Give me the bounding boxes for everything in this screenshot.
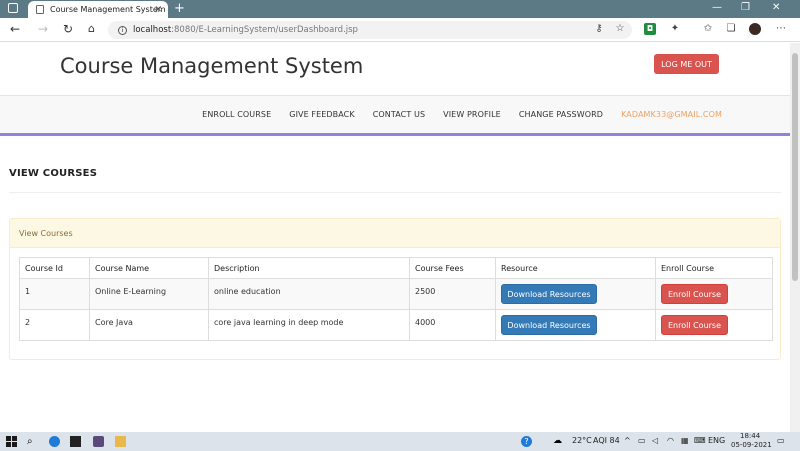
cell-resource: Download Resources (495, 309, 656, 341)
app-icon[interactable] (93, 436, 104, 447)
close-tab-icon[interactable]: ✕ (154, 5, 162, 15)
site-header: Course Management System LOG ME OUT (0, 43, 790, 96)
table-row: 1 Online E-Learning online education 250… (19, 278, 773, 310)
url-field[interactable]: i localhost:8080/E-LearningSystem/userDa… (108, 21, 632, 39)
help-icon[interactable]: ? (521, 436, 532, 447)
col-resource: Resource (495, 257, 656, 279)
back-icon[interactable]: ← (10, 22, 20, 36)
col-description: Description (208, 257, 410, 279)
download-resources-button[interactable]: Download Resources (501, 315, 597, 335)
cell-course-name: Core Java (89, 309, 209, 341)
terminal-icon[interactable] (70, 436, 81, 447)
col-course-fees: Course Fees (409, 257, 496, 279)
restore-icon[interactable]: ❐ (741, 2, 750, 13)
battery-icon[interactable]: ▭ (638, 436, 646, 445)
tray-chevron-icon[interactable]: ^ (624, 436, 631, 445)
download-resources-button[interactable]: Download Resources (501, 284, 597, 304)
col-course-name: Course Name (89, 257, 209, 279)
temperature: 22°C (572, 436, 592, 445)
nav-contact-us[interactable]: CONTACT US (373, 110, 425, 119)
collections-icon[interactable]: ❏ (725, 23, 737, 35)
browser-tab-bar: Course Management System ✕ + — ❐ ✕ (0, 0, 800, 18)
reload-icon[interactable]: ↻ (63, 22, 73, 36)
browser-tab[interactable]: Course Management System ✕ (28, 1, 168, 18)
wifi-icon[interactable]: ◠ (667, 436, 674, 445)
more-icon[interactable]: ⋯ (775, 23, 787, 35)
page-title: VIEW COURSES (9, 168, 98, 179)
cell-resource: Download Resources (495, 278, 656, 310)
weather-icon: ☁ (553, 436, 562, 446)
cell-description: core java learning in deep mode (208, 309, 410, 341)
nav-give-feedback[interactable]: GIVE FEEDBACK (289, 110, 354, 119)
page-content: Course Management System LOG ME OUT ENRO… (0, 43, 790, 432)
new-tab-icon[interactable]: + (174, 1, 185, 16)
tab-title: Course Management System (50, 5, 166, 14)
network-icon[interactable]: ▦ (681, 436, 689, 445)
courses-panel: View Courses Course Id Course Name Descr… (9, 218, 781, 360)
cell-course-name: Online E-Learning (89, 278, 209, 310)
tab-actions-icon[interactable] (8, 3, 18, 13)
cell-enroll: Enroll Course (655, 278, 773, 310)
nav-view-profile[interactable]: VIEW PROFILE (443, 110, 501, 119)
cell-course-id: 1 (19, 278, 90, 310)
scrollbar-thumb[interactable] (792, 53, 798, 281)
profile-avatar[interactable] (749, 23, 761, 35)
nav-user-email[interactable]: KADAMK33@GMAIL.COM (621, 110, 722, 119)
url-path: :8080/E-LearningSystem/userDashboard.jsp (171, 25, 358, 35)
windows-taskbar: ⌕ ? ☁ 22°C AQI 84 ^ ▭ ◁ ◠ ▦ ⌨ ENG 18:44 … (0, 432, 800, 451)
address-bar: ← → ↻ ⌂ i localhost:8080/E-LearningSyste… (0, 18, 800, 42)
extension-icon[interactable]: ◘ (644, 23, 656, 35)
cell-description: online education (208, 278, 410, 310)
notifications-icon[interactable]: ▭ (777, 436, 785, 445)
cell-course-fees: 4000 (409, 309, 496, 341)
table-header-row: Course Id Course Name Description Course… (19, 257, 773, 279)
edge-browser-icon[interactable] (49, 436, 60, 447)
site-info-icon[interactable]: i (118, 25, 127, 35)
main-navbar: ENROLL COURSE GIVE FEEDBACK CONTACT US V… (0, 96, 790, 136)
enroll-course-button[interactable]: Enroll Course (661, 315, 728, 335)
search-icon[interactable]: ⌕ (27, 436, 38, 447)
close-window-icon[interactable]: ✕ (772, 2, 780, 13)
favorite-icon[interactable]: ☆ (614, 23, 626, 35)
extension-puzzle-icon[interactable]: ✦ (669, 23, 681, 35)
cell-course-id: 2 (19, 309, 90, 341)
favorites-icon[interactable]: ✩ (702, 23, 714, 35)
home-icon[interactable]: ⌂ (88, 22, 95, 35)
col-course-id: Course Id (19, 257, 90, 279)
page-scrollbar[interactable] (790, 43, 800, 432)
forward-icon[interactable]: → (38, 22, 48, 36)
courses-table: Course Id Course Name Description Course… (19, 257, 773, 341)
panel-heading: View Courses (10, 219, 780, 248)
clock-date[interactable]: 05-09-2021 (731, 441, 772, 449)
file-explorer-icon[interactable] (115, 436, 126, 447)
title-divider (9, 192, 781, 193)
windows-start-icon[interactable] (6, 436, 17, 447)
logout-button[interactable]: LOG ME OUT (654, 54, 719, 74)
page-icon (36, 5, 44, 14)
keyboard-icon[interactable]: ⌨ (694, 436, 706, 445)
cell-enroll: Enroll Course (655, 309, 773, 341)
key-icon[interactable]: ⚷ (593, 23, 605, 35)
url-host: localhost (133, 25, 172, 35)
aqi-readout: AQI 84 (593, 436, 620, 445)
language-indicator[interactable]: ENG (708, 436, 725, 445)
volume-icon[interactable]: ◁ (652, 436, 658, 445)
site-brand: Course Management System (60, 54, 364, 78)
nav-enroll-course[interactable]: ENROLL COURSE (202, 110, 271, 119)
minimize-icon[interactable]: — (712, 2, 722, 13)
clock-time[interactable]: 18:44 (740, 432, 760, 440)
col-enroll-course: Enroll Course (655, 257, 773, 279)
table-row: 2 Core Java core java learning in deep m… (19, 309, 773, 341)
enroll-course-button[interactable]: Enroll Course (661, 284, 728, 304)
nav-change-password[interactable]: CHANGE PASSWORD (519, 110, 603, 119)
cell-course-fees: 2500 (409, 278, 496, 310)
